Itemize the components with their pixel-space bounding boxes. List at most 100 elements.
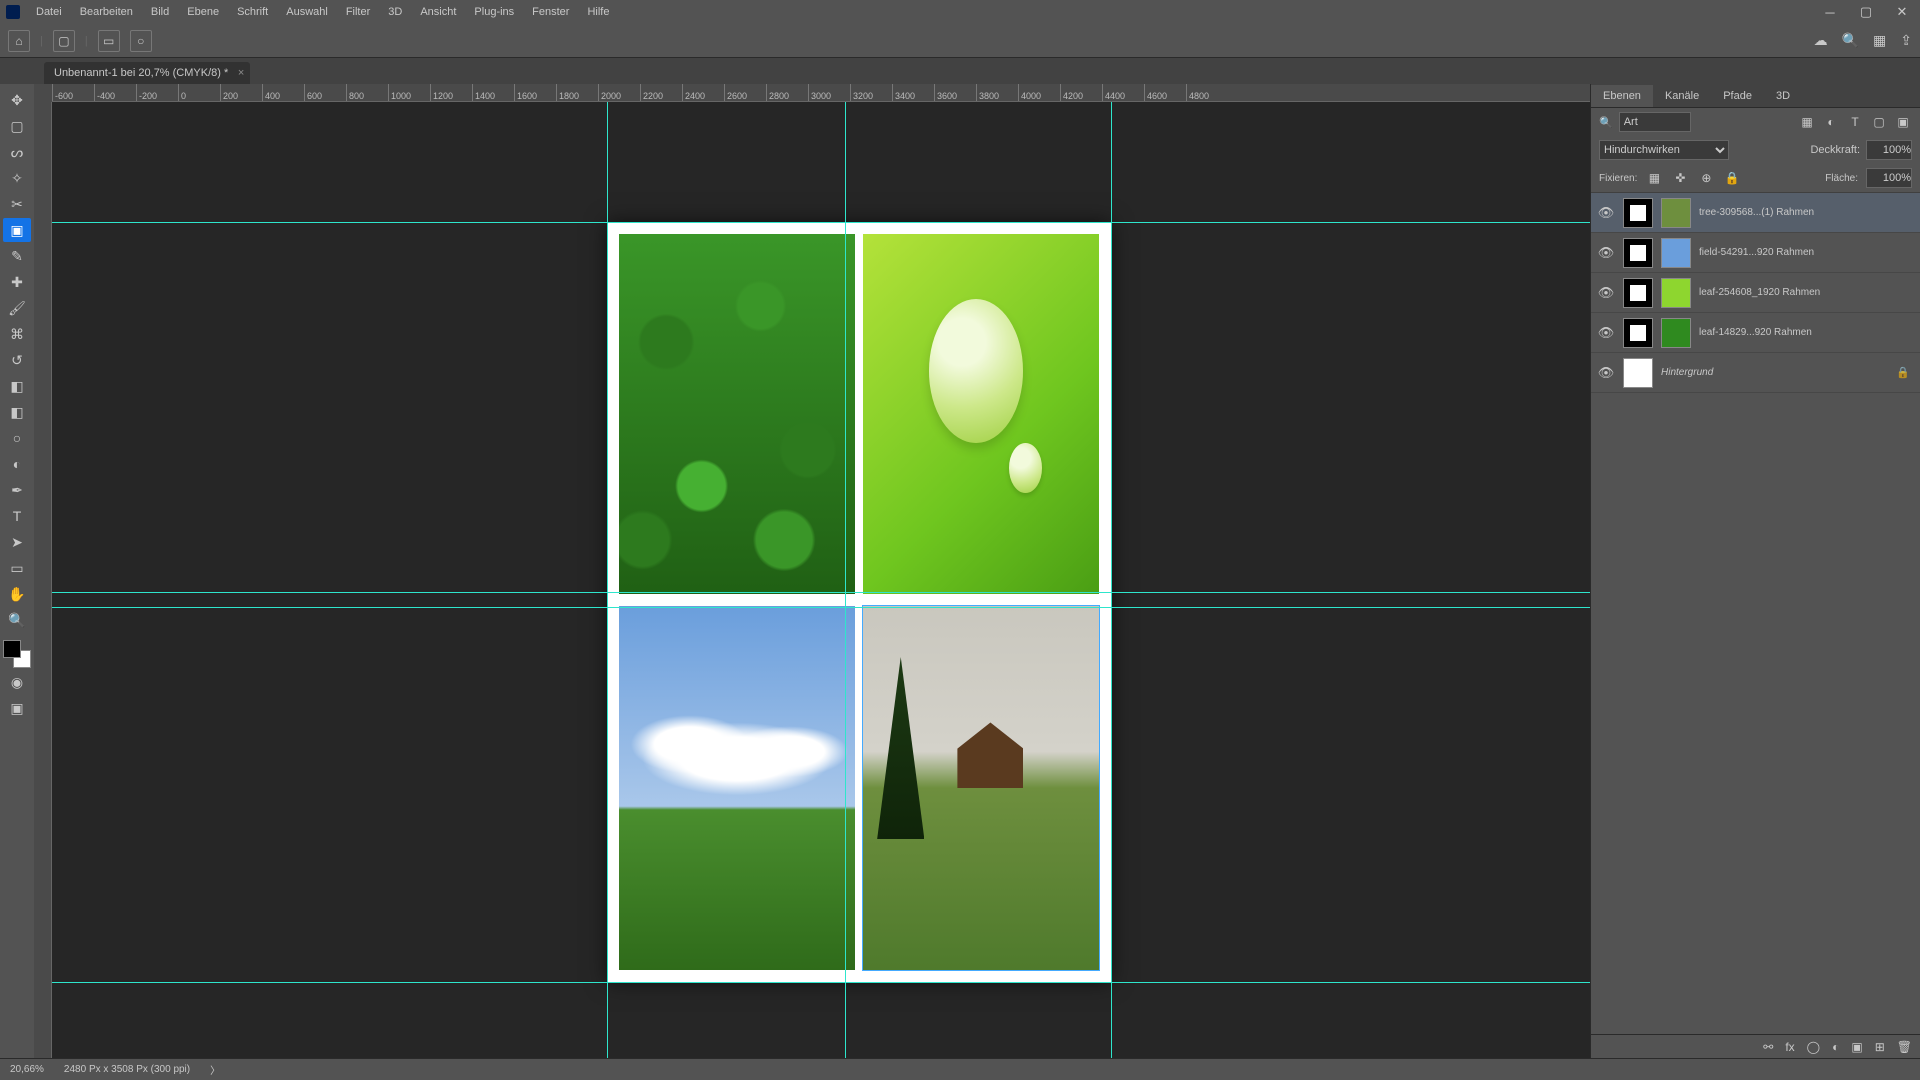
lock-all-icon[interactable]: 🔒 [1723,171,1741,185]
horizontal-ruler[interactable]: -600-400-2000200400600800100012001400160… [52,84,1590,102]
search-icon[interactable]: 🔍 [1842,32,1859,49]
lock-position-icon[interactable]: ✜ [1671,171,1689,185]
link-layers-icon[interactable]: ⚯ [1763,1040,1773,1054]
layer-row[interactable]: 👁 field-54291...920 Rahmen [1591,233,1920,273]
close-tab-icon[interactable]: × [238,67,244,79]
vertical-ruler[interactable] [34,102,52,1058]
close-button[interactable]: ✕ [1884,0,1920,24]
filter-smart-icon[interactable]: ▣ [1894,115,1912,129]
cloud-sync-icon[interactable]: ☁ [1814,32,1828,49]
menu-hilfe[interactable]: Hilfe [579,2,617,22]
menu-filter[interactable]: Filter [338,2,378,22]
layer-thumbnail[interactable] [1623,358,1653,388]
menu-plugins[interactable]: Plug-ins [466,2,522,22]
maximize-button[interactable]: ▢ [1848,0,1884,24]
foreground-color-swatch[interactable] [3,640,21,658]
screenmode-icon[interactable]: ▣ [3,696,31,720]
heal-tool[interactable]: ✚ [3,270,31,294]
image-frame[interactable] [863,606,1099,970]
share-icon[interactable]: ⇪ [1900,32,1912,49]
blend-mode-select[interactable]: Hindurchwirken [1599,140,1729,160]
lock-pixels-icon[interactable]: ▦ [1645,171,1663,185]
layer-name[interactable]: leaf-14829...920 Rahmen [1699,327,1914,338]
marquee-tool[interactable]: ▢ [3,114,31,138]
guide-horizontal[interactable] [52,982,1590,983]
guide-vertical[interactable] [845,102,846,1058]
layer-row[interactable]: 👁 leaf-14829...920 Rahmen [1591,313,1920,353]
opacity-input[interactable] [1866,140,1912,160]
quickmask-icon[interactable]: ◉ [3,670,31,694]
tab-3d[interactable]: 3D [1764,85,1802,107]
visibility-toggle-icon[interactable]: 👁 [1597,205,1615,221]
tab-ebenen[interactable]: Ebenen [1591,85,1653,107]
zoom-tool[interactable]: 🔍 [3,608,31,632]
image-frame[interactable] [619,234,855,594]
frame-mask-thumbnail[interactable] [1623,278,1653,308]
filter-shape-icon[interactable]: ▢ [1870,115,1888,129]
tab-kanaele[interactable]: Kanäle [1653,85,1711,107]
ruler-origin[interactable] [34,84,52,102]
visibility-toggle-icon[interactable]: 👁 [1597,245,1615,261]
layer-name[interactable]: leaf-254608_1920 Rahmen [1699,287,1914,298]
brush-tool[interactable]: 🖌 [3,296,31,320]
home-icon[interactable]: ⌂ [8,30,30,52]
group-icon[interactable]: ▣ [1851,1040,1862,1054]
guide-vertical[interactable] [1111,102,1112,1058]
doc-info-chevron-icon[interactable]: 〉 [210,1062,220,1077]
adjustment-icon[interactable]: ◐ [1832,1040,1839,1054]
menu-ebene[interactable]: Ebene [179,2,227,22]
layer-row[interactable]: 👁Hintergrund🔒 [1591,353,1920,393]
menu-schrift[interactable]: Schrift [229,2,276,22]
guide-vertical[interactable] [607,102,608,1058]
menu-bearbeiten[interactable]: Bearbeiten [72,2,141,22]
hand-tool[interactable]: ✋ [3,582,31,606]
layer-name[interactable]: Hintergrund [1661,367,1888,378]
menu-fenster[interactable]: Fenster [524,2,577,22]
shape-tool[interactable]: ▭ [3,556,31,580]
guide-horizontal[interactable] [52,222,1590,223]
type-tool[interactable]: T [3,504,31,528]
layer-thumbnail[interactable] [1661,238,1691,268]
color-swatches[interactable] [3,640,31,668]
menu-3d[interactable]: 3D [380,2,410,22]
eyedropper-tool[interactable]: ✎ [3,244,31,268]
doc-info[interactable]: 2480 Px x 3508 Px (300 ppi) [64,1064,190,1075]
dodge-tool[interactable]: ◐ [3,452,31,476]
layer-filter-input[interactable] [1619,112,1691,132]
layer-thumbnail[interactable] [1661,278,1691,308]
visibility-toggle-icon[interactable]: 👁 [1597,325,1615,341]
layer-thumbnail[interactable] [1661,198,1691,228]
lasso-tool[interactable]: ᔕ [3,140,31,164]
frame-mask-thumbnail[interactable] [1623,238,1653,268]
frame-horizontal-icon[interactable]: ▭ [98,30,120,52]
filter-image-icon[interactable]: ▦ [1798,115,1816,129]
visibility-toggle-icon[interactable]: 👁 [1597,365,1615,381]
history-brush-tool[interactable]: ↺ [3,348,31,372]
layer-name[interactable]: field-54291...920 Rahmen [1699,247,1914,258]
delete-layer-icon[interactable]: 🗑 [1897,1040,1912,1054]
wand-tool[interactable]: ✧ [3,166,31,190]
blur-tool[interactable]: ○ [3,426,31,450]
menu-ansicht[interactable]: Ansicht [412,2,464,22]
lock-artboard-icon[interactable]: ⊕ [1697,171,1715,185]
eraser-tool[interactable]: ◧ [3,374,31,398]
canvas-stage[interactable] [52,102,1590,1058]
layer-row[interactable]: 👁 leaf-254608_1920 Rahmen [1591,273,1920,313]
tab-pfade[interactable]: Pfade [1711,85,1764,107]
filter-adjust-icon[interactable]: ◐ [1822,115,1840,129]
guide-horizontal[interactable] [52,592,1590,593]
frame-tool[interactable]: ▣ [3,218,31,242]
artboard[interactable] [607,222,1111,982]
fill-input[interactable] [1866,168,1912,188]
visibility-toggle-icon[interactable]: 👁 [1597,285,1615,301]
frame-mask-thumbnail[interactable] [1623,198,1653,228]
fx-icon[interactable]: fx [1785,1040,1794,1054]
layer-row[interactable]: 👁tree-309568...(1) Rahmen [1591,193,1920,233]
layer-thumbnail[interactable] [1661,318,1691,348]
stamp-tool[interactable]: ⌘ [3,322,31,346]
crop-tool[interactable]: ✂ [3,192,31,216]
workspace-icon[interactable]: ▦ [1873,32,1886,49]
frame-tool-options-icon[interactable]: ▢ [53,30,75,52]
menu-bild[interactable]: Bild [143,2,177,22]
path-select-tool[interactable]: ➤ [3,530,31,554]
